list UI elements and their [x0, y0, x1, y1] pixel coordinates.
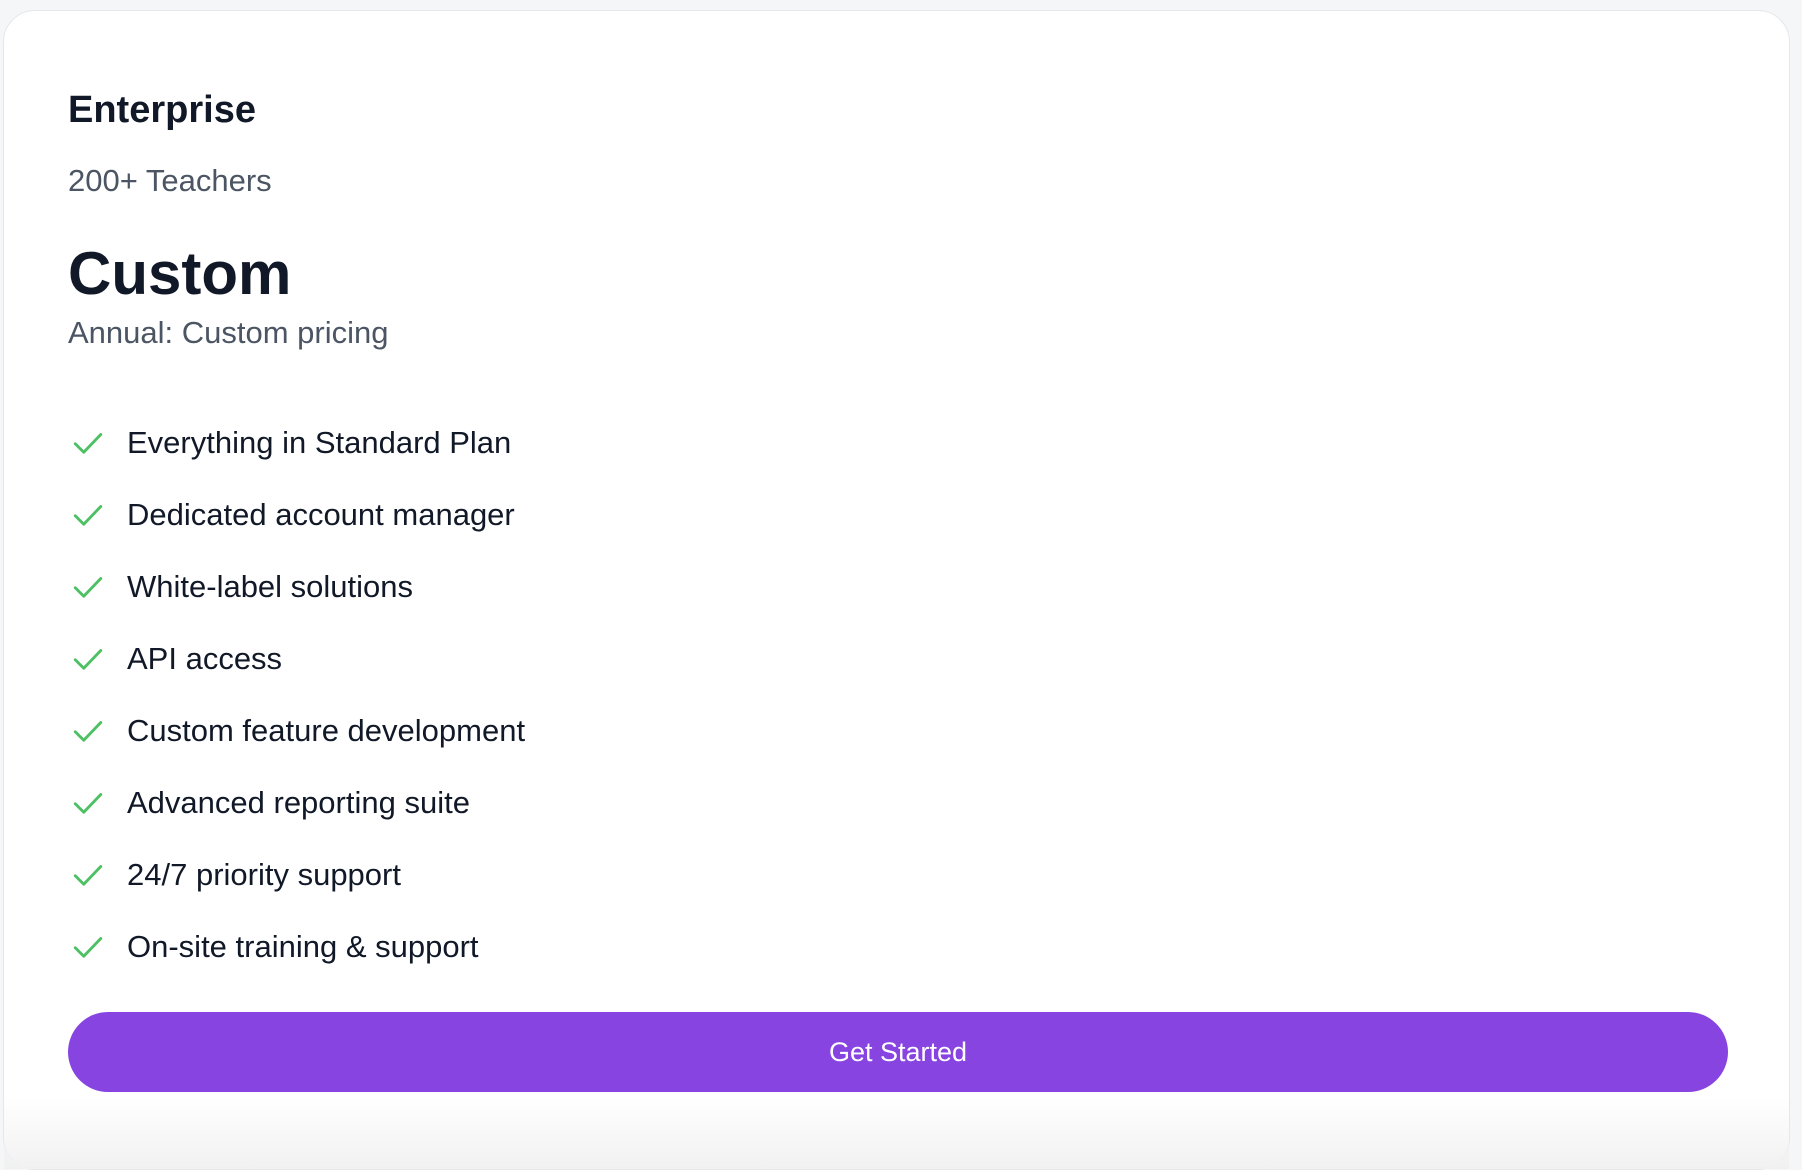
check-icon [73, 433, 103, 454]
pricing-card-enterprise: Enterprise 200+ Teachers Custom Annual: … [3, 10, 1790, 1170]
check-icon [73, 577, 103, 598]
check-icon [73, 865, 103, 886]
feature-item: Dedicated account manager [68, 479, 525, 551]
get-started-button[interactable]: Get Started [68, 1012, 1728, 1092]
feature-item: Advanced reporting suite [68, 767, 525, 839]
feature-item: Everything in Standard Plan [68, 407, 525, 479]
plan-billing: Annual: Custom pricing [68, 315, 389, 350]
feature-label: White-label solutions [127, 569, 414, 604]
check-icon [73, 793, 103, 814]
plan-price: Custom [68, 240, 292, 307]
feature-label: Advanced reporting suite [127, 785, 470, 820]
feature-item: 24/7 priority support [68, 839, 525, 911]
feature-label: 24/7 priority support [127, 857, 401, 892]
feature-item: Custom feature development [68, 695, 525, 767]
feature-label: On-site training & support [127, 929, 479, 964]
plan-name: Enterprise [68, 89, 256, 131]
bottom-fade [4, 1099, 1789, 1169]
check-icon [73, 649, 103, 670]
plan-audience: 200+ Teachers [68, 163, 272, 198]
feature-label: Everything in Standard Plan [127, 425, 512, 460]
check-icon [73, 505, 103, 526]
feature-label: Custom feature development [127, 713, 526, 748]
feature-list: Everything in Standard Plan Dedicated acc… [68, 407, 525, 983]
feature-item: On-site training & support [68, 911, 525, 983]
feature-item: API access [68, 623, 525, 695]
feature-label: Dedicated account manager [127, 497, 515, 532]
feature-label: API access [127, 641, 283, 676]
check-icon [73, 721, 103, 742]
check-icon [73, 937, 103, 958]
feature-item: White-label solutions [68, 551, 525, 623]
